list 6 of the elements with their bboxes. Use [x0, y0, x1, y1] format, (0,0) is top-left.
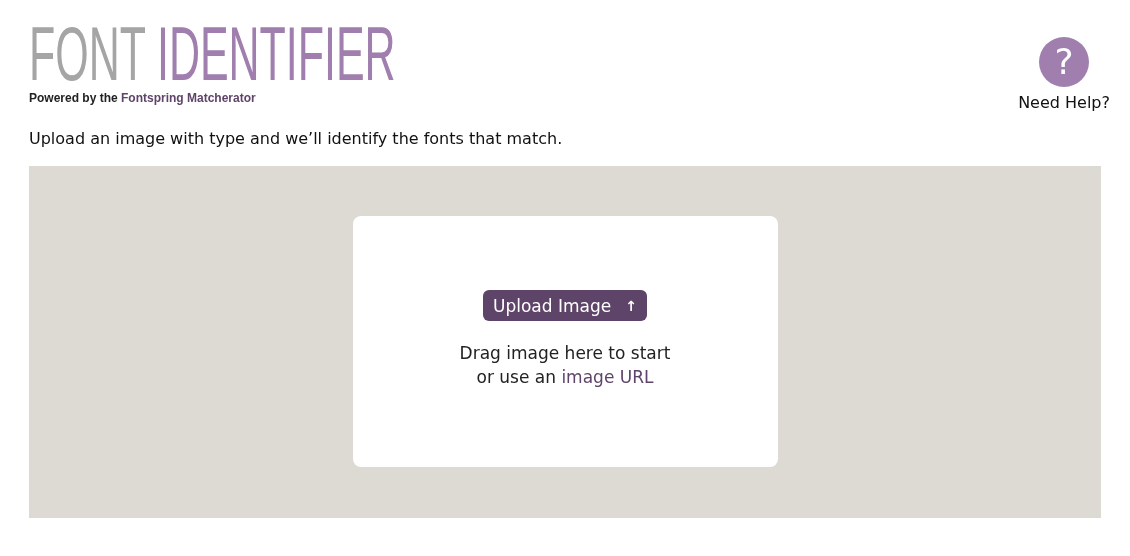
- drag-instructions: Drag image here to start or use an image URL: [459, 342, 671, 389]
- upload-image-button[interactable]: Upload Image ↑: [483, 290, 647, 321]
- upload-arrow-icon: ↑: [625, 297, 637, 314]
- image-url-link[interactable]: image URL: [561, 367, 654, 387]
- intro-text: Upload an image with type and we’ll identify the fonts that match.: [29, 129, 564, 150]
- help-label[interactable]: Need Help?: [1018, 93, 1110, 112]
